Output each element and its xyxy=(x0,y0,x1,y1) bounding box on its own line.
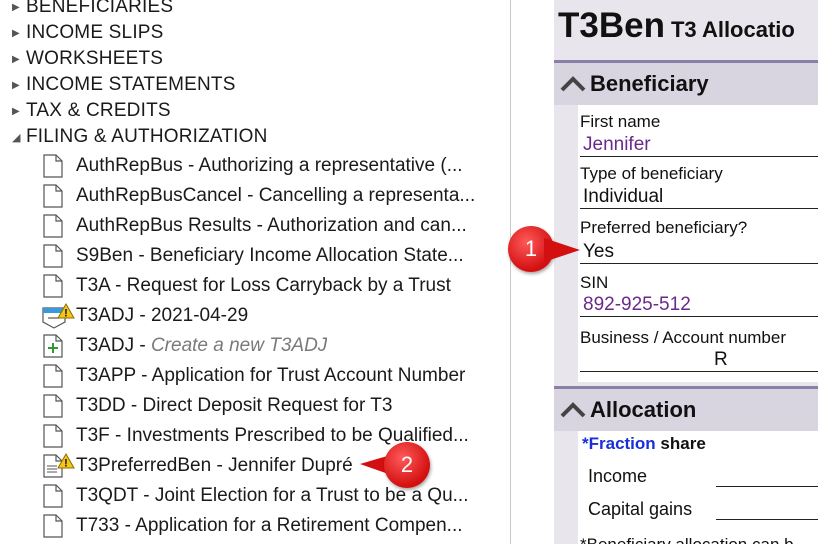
svg-text:!: ! xyxy=(64,308,68,320)
tree-category-tax-credits[interactable]: ▶ TAX & CREDITS xyxy=(12,98,171,124)
collapsed-arrow-icon: ▶ xyxy=(12,53,20,65)
document-icon xyxy=(40,273,76,299)
document-icon xyxy=(40,183,76,209)
preferred-beneficiary-label: Preferred beneficiary? xyxy=(580,218,748,237)
collapsed-arrow-icon: ▶ xyxy=(12,105,20,117)
adjustment-warning-icon: ! xyxy=(40,303,76,329)
add-document-icon xyxy=(40,333,76,359)
business-number-label: Business / Account number xyxy=(580,328,787,347)
allocation-footnote: *Beneficiary allocation can b xyxy=(580,535,794,544)
first-name-label: First name xyxy=(580,112,661,131)
tree-category-worksheets[interactable]: ▶ WORKSHEETS xyxy=(12,46,163,72)
collapsed-arrow-icon: ▶ xyxy=(12,79,20,91)
tree-category-beneficiaries[interactable]: ▶ BENEFICIARIES xyxy=(12,0,173,20)
beneficiary-type-label: Type of beneficiary xyxy=(580,164,723,183)
sin-label: SIN xyxy=(580,273,609,292)
document-icon xyxy=(40,483,76,509)
collapsed-arrow-icon: ▶ xyxy=(12,27,20,39)
t3ben-form-panel: T3Ben T3 Allocatio Beneficiary First name… xyxy=(554,0,818,544)
tree-category-income-statements[interactable]: ▶ INCOME STATEMENTS xyxy=(12,72,236,98)
document-warning-icon: ! xyxy=(40,453,76,479)
tree-item-authrepbuscancel[interactable]: AuthRepBusCancel - Cancelling a represen… xyxy=(40,181,475,211)
forms-tree-panel: ▶ BENEFICIARIES ▶ INCOME SLIPS ▶ WORKSHE… xyxy=(0,0,510,544)
allocation-section-header[interactable]: Allocation xyxy=(554,386,818,431)
tree-item-t733[interactable]: T733 - Application for a Retirement Comp… xyxy=(40,511,463,541)
document-icon xyxy=(40,423,76,449)
collapse-chevron-icon[interactable] xyxy=(560,401,586,419)
tree-item-t3app[interactable]: T3APP - Application for Trust Account Nu… xyxy=(40,361,465,391)
tree-item-t3dd[interactable]: T3DD - Direct Deposit Request for T3 xyxy=(40,391,392,421)
sin-field[interactable]: 892-925-512 xyxy=(580,293,818,317)
document-icon xyxy=(40,243,76,269)
capital-gains-label: Capital gains xyxy=(588,499,693,519)
panel-gutter xyxy=(511,0,554,544)
income-label: Income xyxy=(588,466,648,486)
form-title: T3Ben T3 Allocatio xyxy=(558,6,795,45)
document-icon xyxy=(40,393,76,419)
income-share-field[interactable] xyxy=(716,462,818,487)
collapse-chevron-icon[interactable] xyxy=(560,75,586,93)
tree-item-t3adj-2021[interactable]: ! T3ADJ - 2021-04-29 xyxy=(40,301,248,331)
collapsed-arrow-icon: ▶ xyxy=(12,1,20,13)
preferred-beneficiary-field[interactable]: Yes xyxy=(580,240,818,264)
fraction-share-heading: *Fraction share xyxy=(582,434,706,453)
document-icon xyxy=(40,513,76,539)
document-icon xyxy=(40,363,76,389)
tree-item-authrepbus-results[interactable]: AuthRepBus Results - Authorization and c… xyxy=(40,211,467,241)
document-icon xyxy=(40,213,76,239)
tree-item-t3adj-create[interactable]: T3ADJ - Create a new T3ADJ xyxy=(40,331,327,361)
tree-item-t3preferredben[interactable]: ! T3PreferredBen - Jennifer Dupré xyxy=(40,451,353,481)
tree-item-s9ben[interactable]: S9Ben - Beneficiary Income Allocation St… xyxy=(40,241,464,271)
expanded-arrow-icon: ◢ xyxy=(12,131,21,144)
capital-gains-share-field[interactable] xyxy=(716,495,818,520)
svg-text:!: ! xyxy=(64,458,68,470)
callout-pointer-1 xyxy=(544,238,580,262)
callout-badge-2: 2 xyxy=(384,442,430,488)
tree-item-authrepbus[interactable]: AuthRepBus - Authorizing a representativ… xyxy=(40,151,463,181)
tree-category-filing-authorization[interactable]: ◢ FILING & AUTHORIZATION xyxy=(12,124,268,150)
first-name-field[interactable]: Jennifer xyxy=(580,133,818,157)
business-number-field[interactable]: R xyxy=(580,348,818,372)
beneficiary-section-header[interactable]: Beneficiary xyxy=(554,60,818,105)
tree-category-income-slips[interactable]: ▶ INCOME SLIPS xyxy=(12,20,164,46)
tree-item-t3a[interactable]: T3A - Request for Loss Carryback by a Tr… xyxy=(40,271,451,301)
document-icon xyxy=(40,153,76,179)
beneficiary-type-field[interactable]: Individual xyxy=(580,185,818,209)
